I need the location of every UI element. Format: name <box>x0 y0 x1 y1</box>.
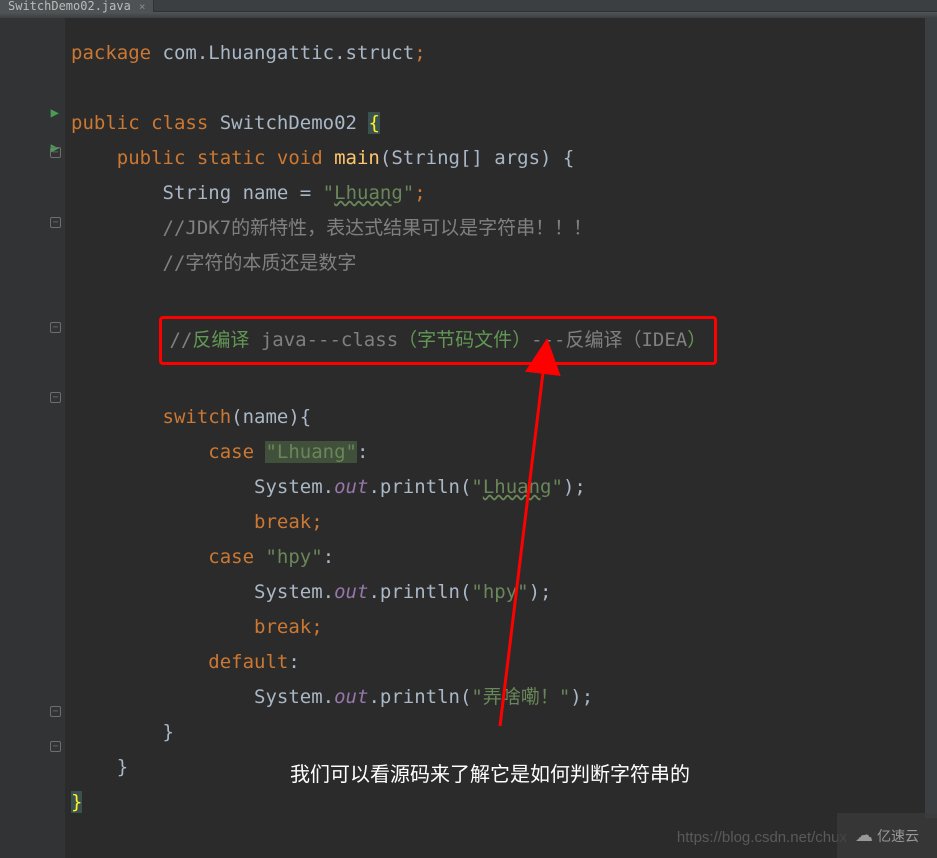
tab-filename: SwitchDemo02.java <box>8 0 131 13</box>
fold-icon[interactable]: − <box>50 147 61 158</box>
watermark-url: https://blog.csdn.net/chux <box>677 829 847 846</box>
code-line: System.out.println("hpy"); <box>71 575 937 610</box>
fold-icon[interactable]: − <box>50 706 61 717</box>
tab-bar: SwitchDemo02.java × <box>0 0 937 12</box>
code-line: //字符的本质还是数字 <box>71 246 937 281</box>
scrollbar[interactable] <box>925 18 937 818</box>
code-line: String name = "Lhuang"; <box>71 176 937 211</box>
code-line: System.out.println("弄啥嘞！"); <box>71 680 937 715</box>
fold-icon[interactable]: − <box>50 741 61 752</box>
code-line: break; <box>71 505 937 540</box>
code-editor[interactable]: package com.Lhuangattic.struct; public c… <box>65 18 937 858</box>
code-line <box>71 281 937 316</box>
logo-text: 亿速云 <box>877 826 919 846</box>
code-line: //JDK7的新特性，表达式结果可以是字符串！！！ <box>71 211 937 246</box>
close-icon[interactable]: × <box>139 0 146 13</box>
code-line: case "Lhuang": <box>71 435 937 470</box>
code-line: } <box>71 715 937 750</box>
editor-area: ▶ ▶ − − − − − − package com.Lhuangattic.… <box>0 18 937 858</box>
line-gutter <box>0 18 15 858</box>
gutter-icons: ▶ ▶ − − − − − − <box>15 18 65 858</box>
code-line <box>71 365 937 400</box>
code-line: case "hpy": <box>71 540 937 575</box>
code-line: switch(name){ <box>71 400 937 435</box>
cloud-icon: ☁ <box>855 825 873 846</box>
annotation-text: 我们可以看源码来了解它是如何判断字符串的 <box>290 758 690 793</box>
code-line: System.out.println("Lhuang"); <box>71 470 937 505</box>
code-line: //反编译 java---class（字节码文件）---反编译（IDEA） <box>71 316 937 365</box>
code-line: break; <box>71 610 937 645</box>
code-line: public static void main(String[] args) { <box>71 141 937 176</box>
code-line: default: <box>71 645 937 680</box>
fold-icon[interactable]: − <box>50 322 61 333</box>
fold-icon[interactable]: − <box>50 217 61 228</box>
code-line: package com.Lhuangattic.struct; <box>71 36 937 71</box>
run-class-icon[interactable]: ▶ <box>51 105 59 121</box>
code-line <box>71 71 937 106</box>
file-tab[interactable]: SwitchDemo02.java × <box>0 0 154 12</box>
code-line: public class SwitchDemo02 { <box>71 106 937 141</box>
fold-icon[interactable]: − <box>50 392 61 403</box>
highlighted-comment: //反编译 java---class（字节码文件）---反编译（IDEA） <box>159 316 718 365</box>
logo-badge: ☁ 亿速云 <box>837 813 937 858</box>
